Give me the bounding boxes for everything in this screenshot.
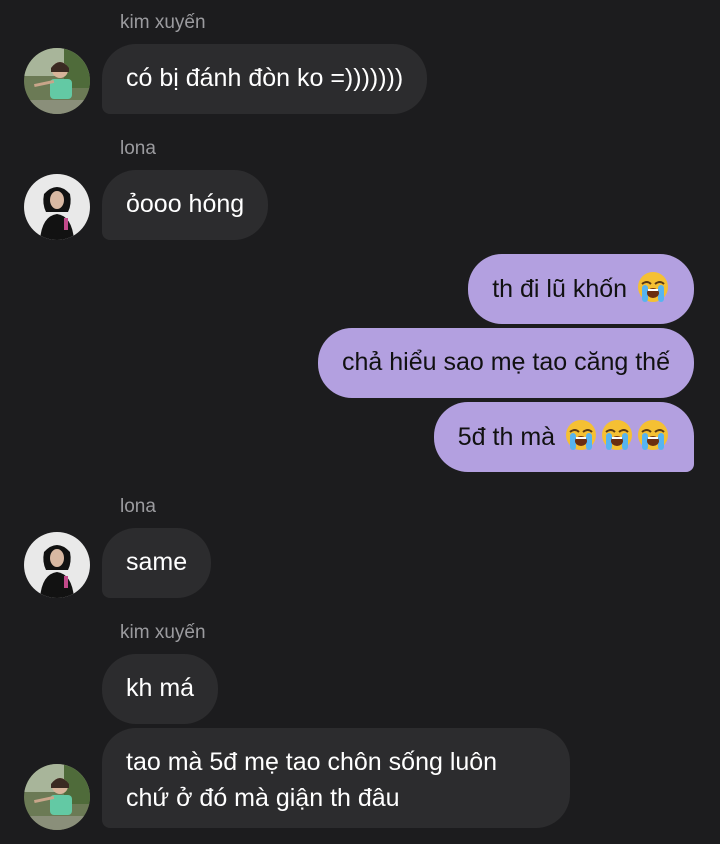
avatar-photo-icon (24, 764, 90, 830)
avatar-lona[interactable] (24, 532, 90, 598)
message-bubble[interactable]: tao mà 5đ mẹ tao chôn sống luôn chứ ở đó… (102, 728, 570, 828)
avatar-photo-icon (24, 532, 90, 598)
avatar-kim-xuyen[interactable] (24, 764, 90, 830)
loudly-crying-face-icon (564, 418, 598, 452)
message-bubble[interactable]: có bị đánh đòn ko =))))))) (102, 44, 428, 114)
message-bubble[interactable]: kh má (102, 654, 219, 724)
sender-name: kim xuyến (120, 622, 206, 643)
message-bubble-outgoing[interactable]: chả hiểu sao mẹ tao căng thế (317, 328, 694, 398)
loudly-crying-face-icon (636, 270, 670, 304)
chat-thread: kim xuyến có bị đánh đòn ko =))))))) lon… (0, 0, 720, 844)
sender-name: kim xuyến (120, 12, 206, 33)
sender-name: lona (120, 496, 156, 517)
message-bubble[interactable]: same (102, 528, 212, 598)
avatar-photo-icon (24, 174, 90, 240)
loudly-crying-face-icon (600, 418, 634, 452)
avatar-lona[interactable] (24, 174, 90, 240)
message-bubble[interactable]: ỏooo hóng (102, 170, 269, 240)
message-text: 5đ th mà (457, 423, 556, 451)
loudly-crying-face-icon (636, 418, 670, 452)
message-bubble-outgoing[interactable]: 5đ th mà (433, 402, 694, 472)
message-text: th đi lũ khốn (492, 275, 628, 303)
message-bubble-outgoing[interactable]: th đi lũ khốn (468, 254, 694, 324)
message-line: chứ ở đó mà giận th đâu (126, 784, 400, 812)
avatar-photo-icon (24, 48, 90, 114)
message-line: tao mà 5đ mẹ tao chôn sống luôn (126, 748, 498, 776)
avatar-kim-xuyen[interactable] (24, 48, 90, 114)
sender-name: lona (120, 138, 156, 159)
